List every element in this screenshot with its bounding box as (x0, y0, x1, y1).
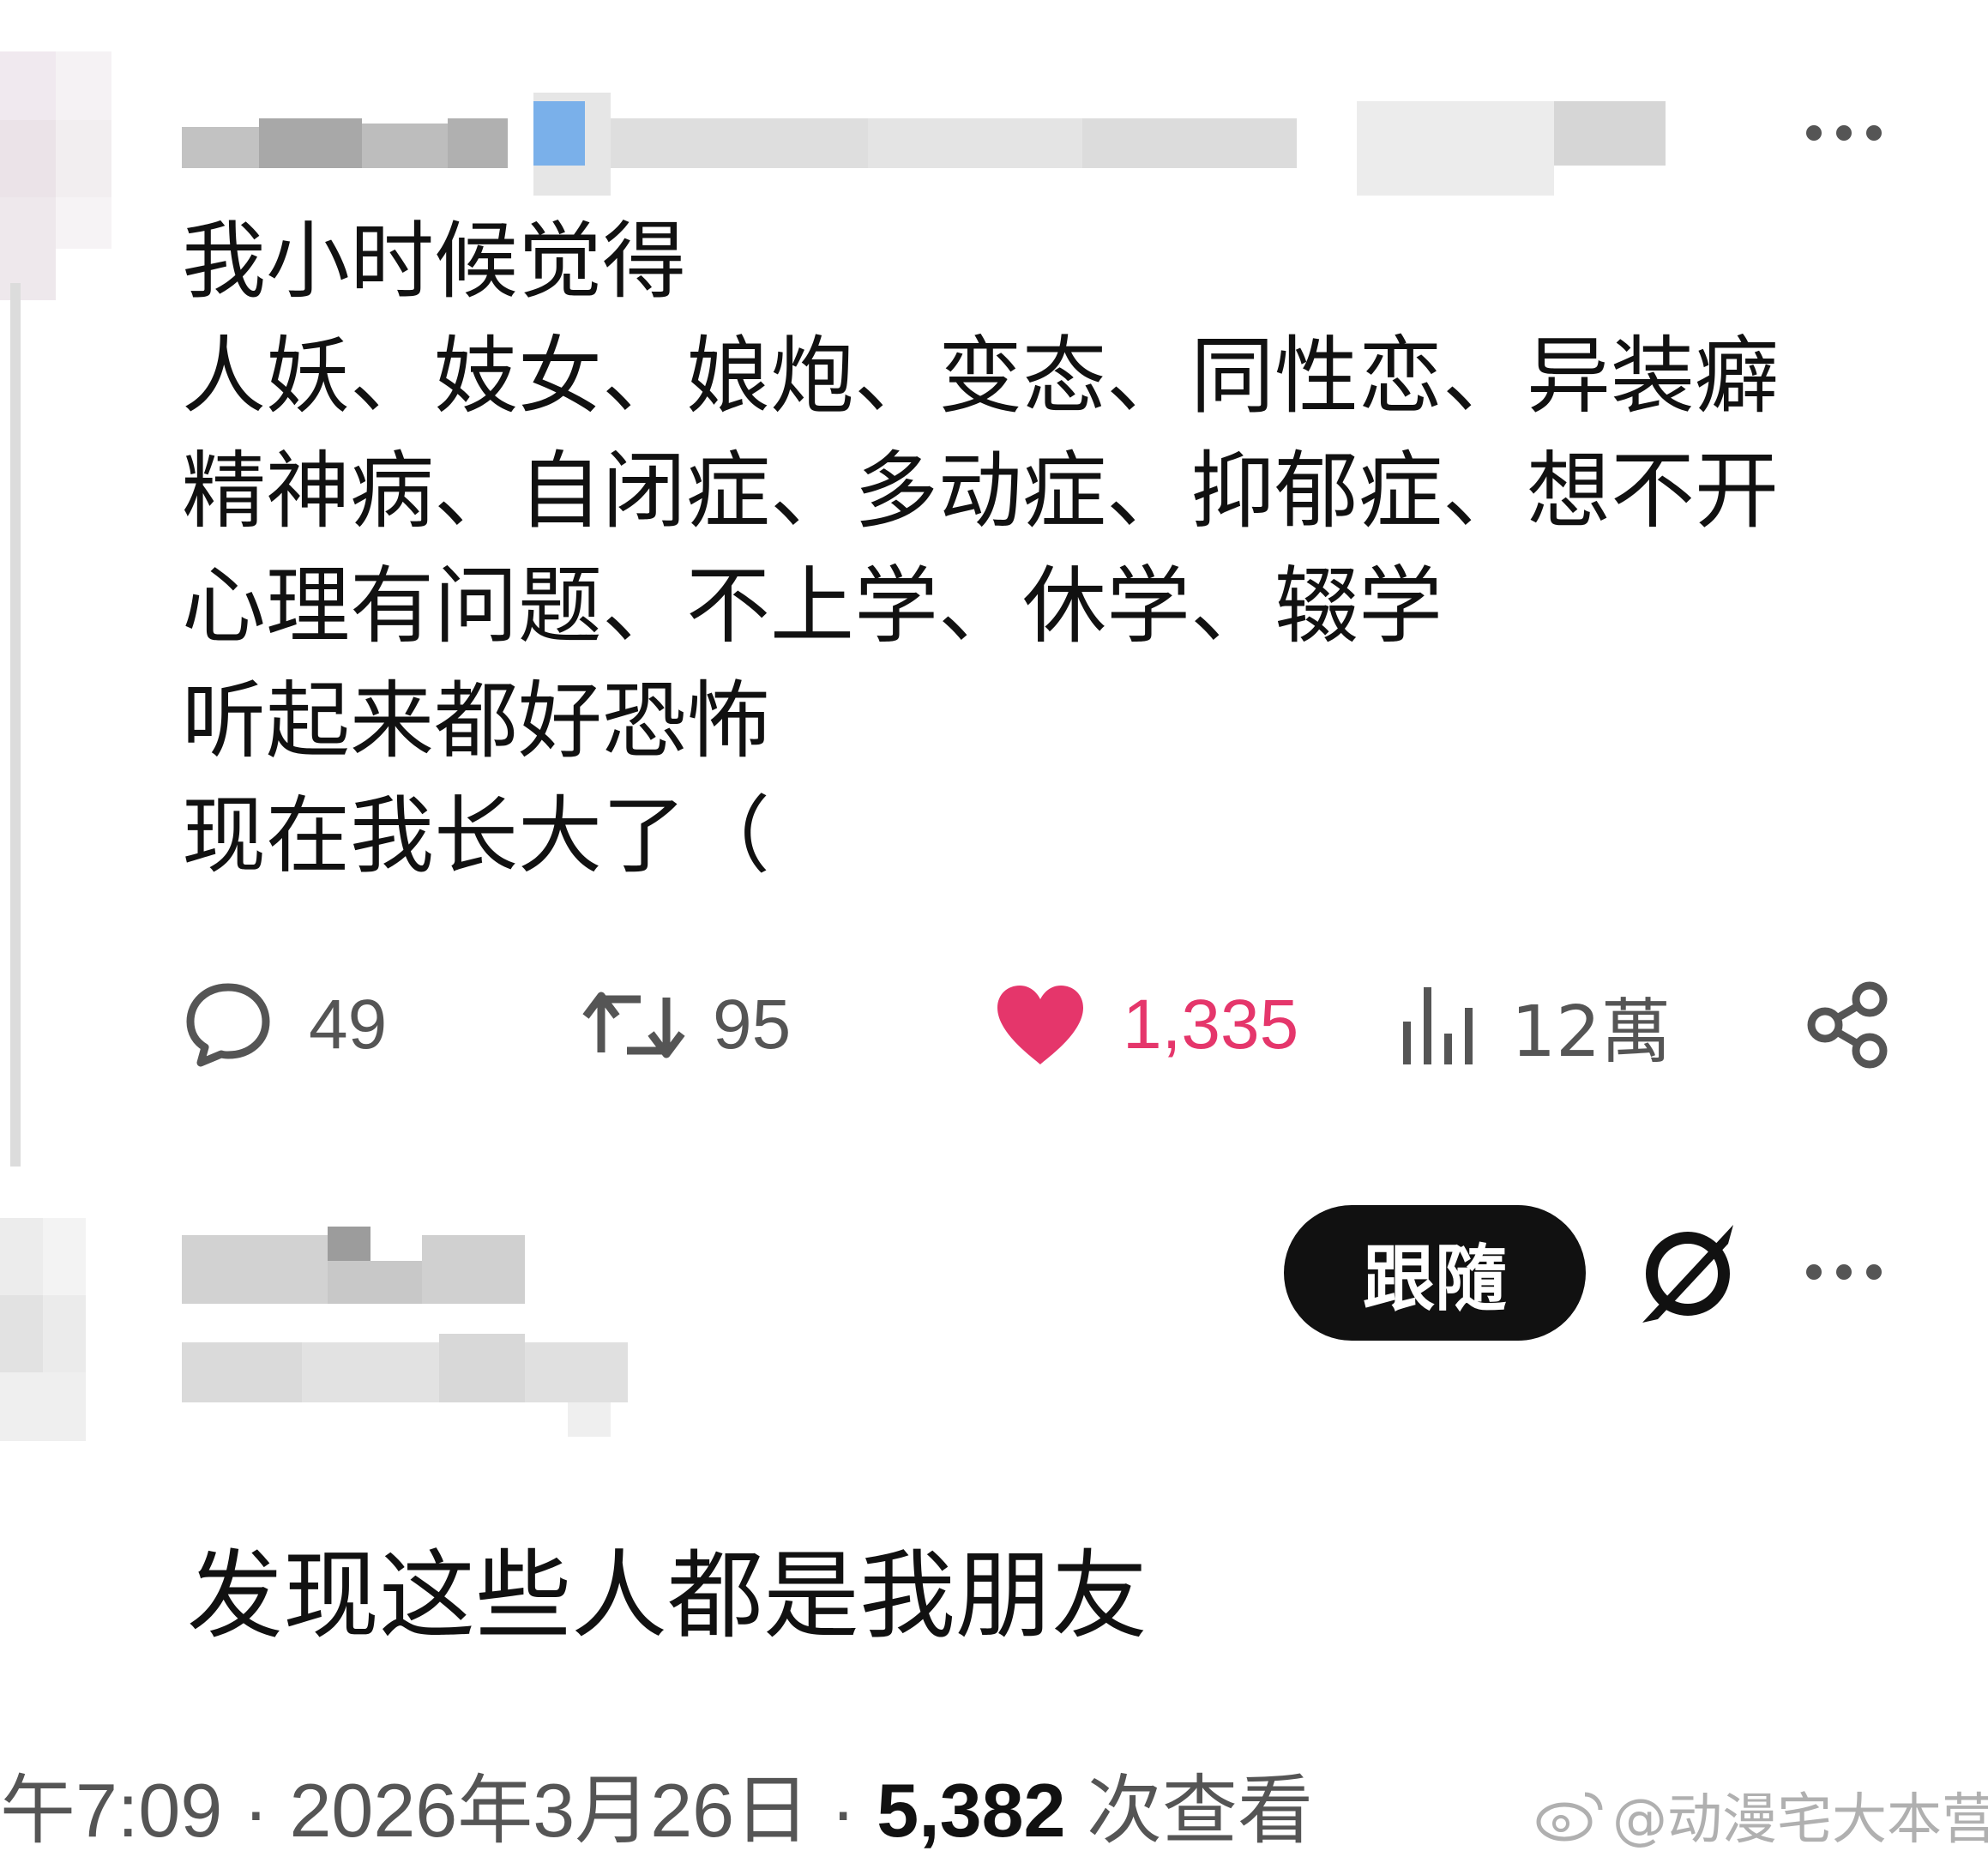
post-line: 心理有问题、不上学、休学、辍学 (182, 558, 1443, 655)
like-count: 1,335 (1123, 986, 1299, 1064)
views-button[interactable]: 12萬 (1400, 961, 1671, 1089)
more-options-icon[interactable] (1801, 120, 1887, 146)
reply-body: 发现这些人都是我朋友 (187, 1540, 1148, 1652)
post-action-bar: 49 95 1,335 12萬 (182, 961, 1906, 1089)
username-redacted[interactable] (182, 93, 1674, 196)
thread-line (10, 283, 21, 1167)
post-line: 精神病、自闭症、多动症、抑郁症、想不开 (182, 443, 1780, 540)
block-icon[interactable] (1632, 1218, 1744, 1329)
reply-username-redacted[interactable] (182, 1227, 714, 1450)
view-label: 次查看 (1086, 1768, 1313, 1853)
post-time: 午7:09 (0, 1768, 223, 1853)
repost-count: 95 (713, 986, 792, 1064)
post-body: 我小时候觉得 人妖、妓女、娘炮、变态、同性恋、异装癖 精神病、自闭症、多动症、抑… (182, 204, 1880, 894)
heart-icon (997, 986, 1083, 1064)
total-view-count: 5,382 (877, 1768, 1066, 1853)
repost-button[interactable]: 95 (581, 961, 791, 1089)
comment-bubble-icon (186, 983, 270, 1067)
post-line: 现在我长大了（ (182, 787, 771, 885)
post-line: 听起来都好恐怖 (182, 672, 771, 770)
post-date[interactable]: 2026年3月26日 (289, 1768, 810, 1853)
post-line: 我小时候觉得 (182, 213, 687, 310)
repost-arrows-icon (582, 992, 685, 1058)
bar-chart-icon (1403, 987, 1473, 1064)
post-metadata: 午7:09 · 2026年3月26日 · 5,382 次查看 (0, 1768, 1313, 1853)
reply-avatar-redacted[interactable] (0, 1218, 86, 1441)
reply-count: 49 (309, 986, 388, 1064)
reply-more-options-icon[interactable] (1801, 1259, 1887, 1285)
avatar-redacted[interactable] (0, 51, 111, 300)
follow-label: 跟隨 (1362, 1236, 1507, 1321)
share-icon (1807, 981, 1888, 1069)
view-count: 12萬 (1511, 991, 1672, 1073)
post-line: 人妖、妓女、娘炮、变态、同性恋、异装癖 (182, 328, 1780, 425)
weibo-logo-icon (1536, 1792, 1603, 1842)
follow-button[interactable]: 跟隨 (1284, 1205, 1586, 1341)
reply-button[interactable]: 49 (182, 961, 387, 1089)
watermark: @动漫宅大本营 (1535, 1776, 1988, 1854)
share-button[interactable] (1803, 961, 1892, 1089)
watermark-text: @动漫宅大本营 (1612, 1788, 1988, 1852)
like-button[interactable]: 1,335 (992, 961, 1298, 1089)
